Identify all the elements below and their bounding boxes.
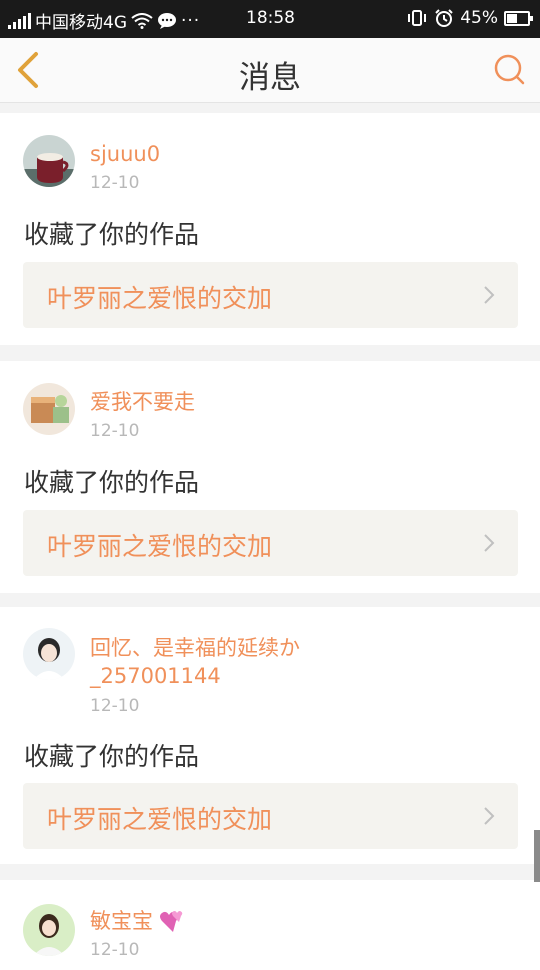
username-text: 敏宝宝 xyxy=(90,909,153,933)
chat-bubble-icon xyxy=(158,12,176,29)
avatar[interactable] xyxy=(23,904,75,956)
carrier-label: 中国移动4G xyxy=(35,13,127,33)
message-card: 敏宝宝 12-10 xyxy=(0,880,540,970)
chevron-right-icon xyxy=(484,286,495,304)
work-title: 叶罗丽之爱恨的交加 xyxy=(47,532,273,561)
search-icon[interactable] xyxy=(490,50,530,90)
battery-icon xyxy=(504,10,533,26)
username-line-2[interactable]: _257001144 xyxy=(90,663,221,689)
work-title: 叶罗丽之爱恨的交加 xyxy=(47,805,273,834)
signal-icon xyxy=(8,12,31,29)
timestamp: 12-10 xyxy=(90,940,140,960)
work-link[interactable]: 叶罗丽之爱恨的交加 xyxy=(23,262,518,328)
wifi-icon xyxy=(131,12,153,29)
scrollbar[interactable] xyxy=(534,830,540,882)
username[interactable]: 敏宝宝 xyxy=(90,908,185,934)
page-title: 消息 xyxy=(239,60,301,96)
chevron-right-icon xyxy=(484,534,495,552)
hearts-emoji-icon xyxy=(160,911,183,932)
timestamp: 12-10 xyxy=(90,696,140,716)
action-text: 收藏了你的作品 xyxy=(24,468,200,497)
action-text: 收藏了你的作品 xyxy=(24,742,200,771)
battery-percent: 45% xyxy=(460,8,498,28)
message-card: sjuuu0 12-10 收藏了你的作品 叶罗丽之爱恨的交加 xyxy=(0,113,540,345)
username[interactable]: sjuuu0 xyxy=(90,141,160,167)
avatar[interactable] xyxy=(23,383,75,435)
timestamp: 12-10 xyxy=(90,173,140,193)
work-link[interactable]: 叶罗丽之爱恨的交加 xyxy=(23,783,518,849)
avatar[interactable] xyxy=(23,135,75,187)
username-line-1[interactable]: 回忆、是幸福的延续か xyxy=(90,635,300,661)
more-dots-icon: ··· xyxy=(181,10,201,31)
work-link[interactable]: 叶罗丽之爱恨的交加 xyxy=(23,510,518,576)
clock: 18:58 xyxy=(246,8,295,28)
avatar[interactable] xyxy=(23,628,75,680)
vibrate-icon xyxy=(408,10,427,26)
timestamp: 12-10 xyxy=(90,421,140,441)
message-card: 爱我不要走 12-10 收藏了你的作品 叶罗丽之爱恨的交加 xyxy=(0,361,540,593)
message-card: 回忆、是幸福的延续か _257001144 12-10 收藏了你的作品 叶罗丽之… xyxy=(0,607,540,864)
nav-bar: 消息 xyxy=(0,38,540,103)
username[interactable]: 爱我不要走 xyxy=(90,389,195,415)
chevron-right-icon xyxy=(484,807,495,825)
status-bar: 中国移动4G ··· 18:58 45% xyxy=(0,0,540,38)
work-title: 叶罗丽之爱恨的交加 xyxy=(47,284,273,313)
alarm-icon xyxy=(435,9,453,27)
action-text: 收藏了你的作品 xyxy=(24,220,200,249)
